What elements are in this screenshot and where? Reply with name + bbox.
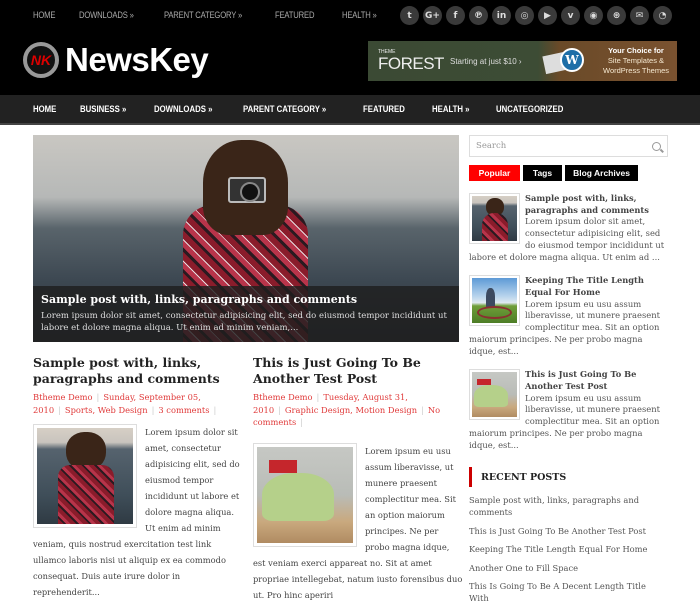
post-author[interactable]: Btheme Demo	[253, 392, 313, 402]
email-icon[interactable]: ✉	[630, 6, 649, 25]
banner-right-line2: WordPress Themes	[603, 66, 669, 76]
post-thumbnail[interactable]	[253, 442, 357, 547]
main-nav: HOME BUSINESS » DOWNLOADS » PARENT CATEG…	[0, 95, 700, 125]
post-title[interactable]: This is Just Going To Be Another Test Po…	[253, 355, 463, 386]
main-nav-featured[interactable]: FEATURED	[363, 104, 405, 115]
post-categories[interactable]: Graphic Design, Motion Design	[285, 405, 417, 415]
post-thumbnail[interactable]	[33, 424, 137, 529]
recent-post-link[interactable]: Sample post with, links, paragraphs and …	[469, 495, 668, 518]
dribbble-icon[interactable]: ⊛	[607, 6, 626, 25]
post-comments[interactable]: 3 comments	[158, 405, 209, 415]
logo-mark-icon: NK	[23, 42, 59, 78]
facebook-icon[interactable]: f	[446, 6, 465, 25]
top-nav-health[interactable]: HEALTH »	[342, 10, 377, 20]
top-nav-parent-category[interactable]: PARENT CATEGORY »	[164, 10, 242, 20]
post-card: This is Just Going To Be Another Test Po…	[253, 355, 463, 603]
banner-brand-name: FOREST	[378, 53, 444, 73]
banner-right-text: Your Choice for Site Templates & WordPre…	[595, 46, 677, 76]
popular-post-thumbnail[interactable]	[469, 369, 520, 421]
main-nav-health[interactable]: HEALTH »	[432, 104, 470, 115]
hero-caption: Sample post with, links, paragraphs and …	[33, 286, 459, 342]
main-nav-downloads[interactable]: DOWNLOADS »	[154, 104, 212, 115]
vimeo-icon[interactable]: v	[561, 6, 580, 25]
github-icon[interactable]: ◉	[584, 6, 603, 25]
recent-posts-widget: RECENT POSTS Sample post with, links, pa…	[469, 467, 668, 604]
main-nav-parent-category[interactable]: PARENT CATEGORY »	[243, 104, 326, 115]
logo-mark-text: NK	[30, 52, 52, 68]
search-icon[interactable]	[652, 141, 661, 151]
recent-post-link[interactable]: Keeping The Title Length Equal For Home	[469, 544, 668, 556]
main-nav-uncategorized[interactable]: UNCATEGORIZED	[496, 104, 563, 115]
site-logo[interactable]: NK NewsKey	[23, 41, 209, 79]
post-author[interactable]: Btheme Demo	[33, 392, 93, 402]
search-placeholder: Search	[476, 141, 507, 151]
tab-popular[interactable]: Popular	[469, 165, 520, 181]
post-categories[interactable]: Sports, Web Design	[65, 405, 148, 415]
hero-excerpt: Lorem ipsum dolor sit amet, consectetur …	[41, 311, 447, 333]
site-name: NewsKey	[65, 41, 209, 78]
popular-post: Keeping The Title Length Equal For Home …	[469, 275, 668, 357]
social-links: t G+ f ℗ in ◎ ▶ v ◉ ⊛ ✉ ◔	[400, 6, 672, 25]
popular-post: This is Just Going To Be Another Test Po…	[469, 369, 668, 451]
recent-posts-title: RECENT POSTS	[469, 467, 668, 488]
post-body: Lorem ipsum dolor sit amet, consectetur …	[33, 424, 243, 600]
youtube-icon[interactable]: ▶	[538, 6, 557, 25]
site-header: HOME DOWNLOADS » PARENT CATEGORY » FEATU…	[0, 0, 700, 95]
post-meta: Btheme Demo | Tuesday, August 31, 2010 | Gra…	[253, 392, 441, 428]
recent-posts-list: Sample post with, links, paragraphs and …	[469, 495, 668, 604]
banner-wordpress-graphic: W	[540, 46, 595, 76]
top-nav-home[interactable]: HOME	[33, 10, 55, 20]
search-input[interactable]: Search	[469, 135, 668, 157]
instagram-icon[interactable]: ◎	[515, 6, 534, 25]
tab-blog-archives[interactable]: Blog Archives	[565, 165, 638, 181]
linkedin-icon[interactable]: in	[492, 6, 511, 25]
camera-icon	[228, 177, 266, 203]
recent-post-link[interactable]: This Is Going To Be A Decent Length Titl…	[469, 581, 668, 604]
banner-right-title: Your Choice for	[608, 45, 664, 55]
banner-tagline: Starting at just $10 ›	[450, 56, 522, 66]
post-card: Sample post with, links, paragraphs and …	[33, 355, 243, 600]
wordpress-icon: W	[560, 48, 584, 72]
banner-brand: THEME FOREST	[378, 49, 444, 73]
twitter-icon[interactable]: t	[400, 6, 419, 25]
recent-post-link[interactable]: Another One to Fill Space	[469, 563, 668, 575]
pinterest-icon[interactable]: ℗	[469, 6, 488, 25]
post-body: Lorem ipsum eu usu assum liberavisse, ut…	[253, 442, 463, 603]
popular-post-thumbnail[interactable]	[469, 275, 520, 327]
top-nav-downloads[interactable]: DOWNLOADS »	[79, 10, 134, 20]
google-plus-icon[interactable]: G+	[423, 6, 442, 25]
sidebar-tabs: Popular Tags Blog Archives	[469, 165, 668, 181]
themeforest-ad-banner[interactable]: THEME FOREST Starting at just $10 › W Yo…	[368, 41, 677, 81]
tab-tags[interactable]: Tags	[523, 165, 562, 181]
top-nav: HOME DOWNLOADS » PARENT CATEGORY » FEATU…	[33, 10, 402, 20]
main-nav-home[interactable]: HOME	[33, 104, 56, 115]
banner-right-line1: Site Templates &	[607, 55, 665, 65]
rss-icon[interactable]: ◔	[653, 6, 672, 25]
popular-post-thumbnail[interactable]	[469, 193, 520, 244]
recent-post-link[interactable]: This is Just Going To Be Another Test Po…	[469, 526, 668, 538]
post-title[interactable]: Sample post with, links, paragraphs and …	[33, 355, 243, 386]
featured-post-slider[interactable]: Sample post with, links, paragraphs and …	[33, 135, 459, 342]
main-nav-business[interactable]: BUSINESS »	[80, 104, 126, 115]
top-nav-featured[interactable]: FEATURED	[275, 10, 314, 20]
sidebar: Search Popular Tags Blog Archives Sample…	[469, 135, 668, 612]
post-meta: Btheme Demo | Sunday, September 05, 2010 | S…	[33, 392, 217, 415]
popular-post: Sample post with, links, paragraphs and …	[469, 193, 668, 263]
hero-title[interactable]: Sample post with, links, paragraphs and …	[41, 293, 451, 306]
